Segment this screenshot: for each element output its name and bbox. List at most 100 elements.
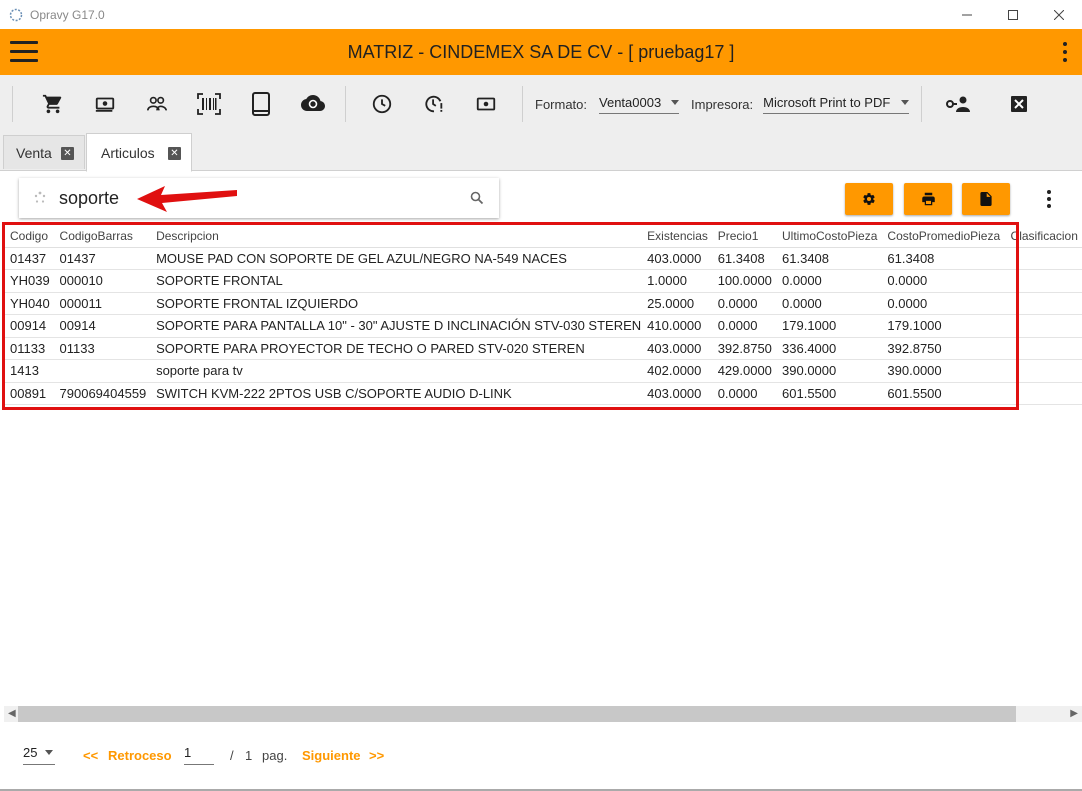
toolbar-divider — [345, 86, 346, 122]
close-icon[interactable]: ✕ — [168, 146, 181, 160]
scroll-right-icon[interactable]: ▶ — [1070, 708, 1078, 719]
page-size-value: 25 — [23, 745, 38, 760]
column-header[interactable]: Descripcion — [150, 225, 642, 248]
table-cell: SOPORTE FRONTAL — [150, 269, 642, 293]
formato-label: Formato: — [535, 96, 588, 112]
horizontal-scrollbar[interactable]: ◀ ▶ — [4, 706, 1082, 722]
table-cell — [1004, 382, 1082, 405]
search-icon[interactable] — [469, 190, 485, 206]
scroll-left-icon[interactable]: ◀ — [8, 708, 16, 719]
user-key-button[interactable] — [939, 85, 977, 123]
more-vert-icon[interactable] — [1062, 42, 1068, 62]
search-input[interactable]: soporte — [59, 188, 469, 209]
column-header[interactable]: Codigo — [4, 225, 54, 248]
table-cell: 0.0000 — [776, 269, 882, 293]
impresora-value: Microsoft Print to PDF — [763, 94, 891, 110]
next-page-button[interactable]: Siguiente — [302, 748, 361, 763]
table-cell: 01437 — [4, 247, 54, 270]
column-header[interactable]: Precio1 — [711, 225, 777, 248]
table-row[interactable]: 00914 00914 SOPORTE PARA PANTALLA 10" - 30… — [4, 314, 1082, 338]
annotation-arrow-icon — [137, 186, 237, 212]
print-button[interactable] — [904, 183, 952, 215]
search-box[interactable]: soporte — [19, 178, 499, 218]
prev-page-button[interactable]: Retroceso — [108, 748, 172, 763]
table-cell: 179.1000 — [881, 314, 1005, 338]
next-arrows[interactable]: >> — [369, 748, 384, 763]
column-header[interactable]: CodigoBarras — [53, 225, 151, 248]
tab-articulos[interactable]: Articulos ✕ — [86, 133, 192, 172]
users-button[interactable] — [138, 85, 176, 123]
column-header[interactable]: Existencias — [641, 225, 712, 248]
table-cell: 790069404559 — [53, 382, 151, 405]
table-row[interactable]: YH040 000011 SOPORTE FRONTAL IZQUIERDO 25.0… — [4, 292, 1082, 315]
clock-button[interactable] — [363, 85, 401, 123]
impresora-select[interactable]: Microsoft Print to PDF — [763, 94, 910, 114]
settings-button[interactable] — [845, 183, 893, 215]
chevron-down-icon — [45, 750, 54, 755]
tab-venta[interactable]: Venta ✕ — [3, 135, 85, 169]
hamburger-menu-icon[interactable] — [10, 41, 38, 63]
page-title: MATRIZ - CINDEMEX SA DE CV - [ pruebag17… — [347, 41, 735, 62]
prev-arrows[interactable]: << — [83, 748, 98, 763]
table-cell: 403.0000 — [641, 247, 712, 270]
page-size-select[interactable]: 25 — [23, 745, 55, 765]
table-cell: 403.0000 — [641, 337, 712, 360]
table-cell: 0.0000 — [776, 292, 882, 315]
table-cell: YH039 — [4, 269, 54, 293]
app-icon — [8, 7, 24, 23]
table-cell: 61.3408 — [881, 247, 1005, 270]
table-row[interactable]: 01133 01133 SOPORTE PARA PROYECTOR DE TECH… — [4, 337, 1082, 360]
tablet-icon — [252, 92, 270, 116]
table-cell: 00914 — [4, 314, 54, 338]
table-cell — [1004, 359, 1082, 383]
document-icon — [980, 192, 992, 206]
barcode-button[interactable] — [190, 85, 228, 123]
table-cell: 01133 — [4, 337, 54, 360]
table-cell: 25.0000 — [641, 292, 712, 315]
minimize-button[interactable] — [944, 0, 990, 29]
table-cell: 402.0000 — [641, 359, 712, 383]
table-cell: 61.3408 — [776, 247, 882, 270]
document-button[interactable] — [962, 183, 1010, 215]
cash-icon — [95, 97, 115, 112]
loading-spinner-icon — [34, 191, 46, 203]
column-header[interactable]: Clasificacion — [1004, 225, 1082, 248]
table-cell: SOPORTE PARA PANTALLA 10" - 30" AJUSTE D… — [150, 314, 642, 338]
close-tab-button[interactable] — [1000, 85, 1038, 123]
table-cell — [1004, 269, 1082, 293]
table-row[interactable]: 01437 01437 MOUSE PAD CON SOPORTE DE GEL A… — [4, 247, 1082, 270]
table-cell: 1413 — [4, 359, 54, 383]
cart-button[interactable] — [34, 85, 72, 123]
scrollbar-thumb[interactable] — [18, 706, 1016, 722]
table-cell: 1.0000 — [641, 269, 712, 293]
table-cell: 392.8750 — [881, 337, 1005, 360]
clock-alert-button[interactable] — [415, 85, 453, 123]
table-cell: 0.0000 — [711, 382, 777, 405]
formato-select[interactable]: Venta0003 — [599, 95, 680, 114]
cash-button[interactable] — [86, 85, 124, 123]
money-button[interactable] — [467, 85, 505, 123]
page-number-input[interactable]: 1 — [184, 745, 214, 765]
tablet-button[interactable] — [242, 85, 280, 123]
toolbar-divider — [12, 86, 13, 122]
chevron-down-icon — [671, 99, 680, 105]
maximize-button[interactable] — [990, 0, 1036, 29]
more-vert-icon[interactable] — [1046, 190, 1052, 208]
users-icon — [147, 96, 167, 111]
table-cell: 000010 — [53, 269, 151, 293]
table-row[interactable]: 00891 790069404559 SWITCH KVM-222 2PTOS US… — [4, 382, 1082, 405]
table-cell: 01133 — [53, 337, 151, 360]
pagination: 25 << Retroceso 1 / 1 pag. Siguiente >> — [0, 733, 1082, 778]
close-icon[interactable]: ✕ — [61, 146, 74, 160]
table-cell: SOPORTE FRONTAL IZQUIERDO — [150, 292, 642, 315]
table-row[interactable]: 1413 soporte para tv 402.0000 429.0000 390.0… — [4, 359, 1082, 383]
column-header[interactable]: CostoPromedioPieza — [881, 225, 1005, 248]
close-window-button[interactable] — [1036, 0, 1082, 29]
cloud-sync-button[interactable] — [294, 85, 332, 123]
table-cell: 390.0000 — [881, 359, 1005, 383]
table-row[interactable]: YH039 000010 SOPORTE FRONTAL 1.0000 100.0000… — [4, 269, 1082, 293]
cloud-sync-icon — [301, 95, 325, 111]
cart-icon — [42, 94, 62, 114]
column-header[interactable]: UltimoCostoPieza — [776, 225, 882, 248]
table-cell — [1004, 337, 1082, 360]
